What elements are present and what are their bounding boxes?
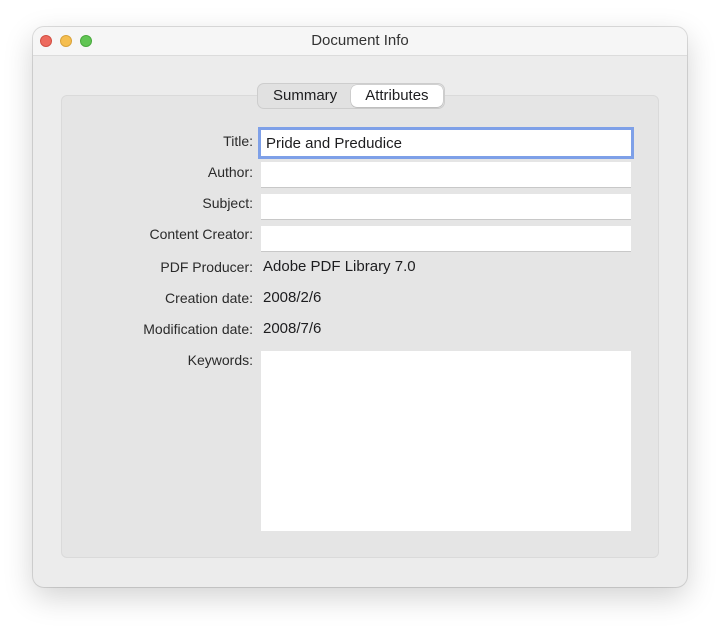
title-bar[interactable]: Document Info (33, 27, 687, 56)
subject-label: Subject: (202, 195, 253, 211)
pdf-producer-value: Adobe PDF Library 7.0 (263, 258, 416, 275)
pdf-producer-label: PDF Producer: (160, 259, 253, 275)
creation-date-label: Creation date: (165, 290, 253, 306)
author-field[interactable] (261, 162, 631, 188)
window-title: Document Info (311, 32, 409, 49)
tab-selector: Summary Attributes (257, 83, 445, 109)
title-label: Title: (223, 133, 253, 149)
author-label: Author: (207, 164, 253, 180)
modification-date-value: 2008/7/6 (263, 320, 322, 337)
content-creator-field[interactable] (261, 226, 631, 252)
tab-attributes[interactable]: Attributes (351, 85, 443, 107)
modification-date-label: Modification date: (143, 321, 253, 337)
subject-field[interactable] (261, 194, 631, 220)
content-creator-label: Content Creator: (149, 226, 254, 242)
title-field[interactable] (261, 130, 631, 156)
keywords-label: Keywords: (187, 352, 253, 368)
creation-date-value: 2008/2/6 (263, 289, 322, 306)
keywords-field[interactable] (261, 351, 631, 531)
document-info-window: Document Info Summary Attributes Title: … (33, 27, 687, 587)
tab-summary[interactable]: Summary (259, 85, 351, 107)
